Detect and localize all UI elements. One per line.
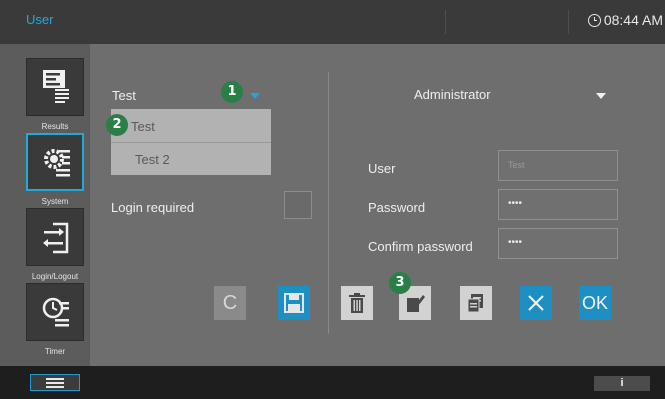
sidebar-item-label: Results xyxy=(41,122,69,131)
user-dropdown[interactable]: Test xyxy=(112,88,136,103)
sidebar-item-timer[interactable] xyxy=(26,283,84,341)
divider xyxy=(111,142,271,143)
trash-icon xyxy=(349,293,365,313)
timer-icon xyxy=(42,297,69,327)
page-title: User xyxy=(26,12,54,27)
login-logout-icon xyxy=(43,222,69,254)
user-list: Test Test 2 xyxy=(111,109,271,175)
menu-icon xyxy=(46,377,64,388)
confirm-password-label: Confirm password xyxy=(368,239,473,254)
divider xyxy=(445,10,446,34)
sidebar-item-label: Timer xyxy=(44,347,66,356)
bottom-bar: i xyxy=(0,366,665,399)
menu-button[interactable] xyxy=(30,374,80,391)
results-icon xyxy=(43,70,69,103)
sidebar-item-system[interactable] xyxy=(26,133,84,191)
copy-icon xyxy=(467,294,483,313)
list-item[interactable]: Test xyxy=(111,111,271,142)
delete-button[interactable] xyxy=(341,286,373,320)
user-label: User xyxy=(368,161,396,176)
ok-button[interactable]: OK xyxy=(579,286,611,320)
sidebar: Results System Login/Logout Timer xyxy=(0,44,90,366)
save-button[interactable] xyxy=(278,286,310,320)
save-icon xyxy=(284,293,304,313)
divider xyxy=(568,10,569,34)
cancel-button[interactable] xyxy=(520,286,552,320)
role-dropdown[interactable]: Administrator xyxy=(414,87,491,102)
callout-badge: 3 xyxy=(389,272,411,294)
clock: 08:44 AM xyxy=(587,12,663,28)
confirm-password-field[interactable]: •••• xyxy=(498,228,618,259)
password-label: Password xyxy=(368,200,426,215)
sidebar-item-label: Login/Logout xyxy=(31,272,79,281)
user-field[interactable]: Test xyxy=(498,150,618,181)
copy-button[interactable] xyxy=(460,286,492,320)
edit-icon xyxy=(407,295,425,312)
clear-button[interactable]: C xyxy=(214,286,246,320)
divider xyxy=(328,72,329,334)
login-required-label: Login required xyxy=(111,200,195,215)
callout-badge: 2 xyxy=(106,114,128,136)
sidebar-item-label: System xyxy=(41,197,69,206)
clock-icon xyxy=(587,13,601,27)
login-required-checkbox[interactable] xyxy=(284,191,312,219)
sidebar-item-login-logout[interactable] xyxy=(26,208,84,266)
top-bar: User 08:44 AM xyxy=(0,0,665,44)
list-item[interactable]: Test 2 xyxy=(111,144,271,175)
system-icon xyxy=(44,149,70,177)
clock-time: 08:44 AM xyxy=(603,12,663,28)
close-icon xyxy=(528,295,544,311)
info-button[interactable]: i xyxy=(594,376,650,391)
password-field[interactable]: •••• xyxy=(498,189,618,220)
callout-badge: 1 xyxy=(221,81,243,103)
sidebar-item-results[interactable] xyxy=(26,58,84,116)
chevron-down-icon[interactable] xyxy=(250,93,260,99)
chevron-down-icon[interactable] xyxy=(596,93,606,99)
